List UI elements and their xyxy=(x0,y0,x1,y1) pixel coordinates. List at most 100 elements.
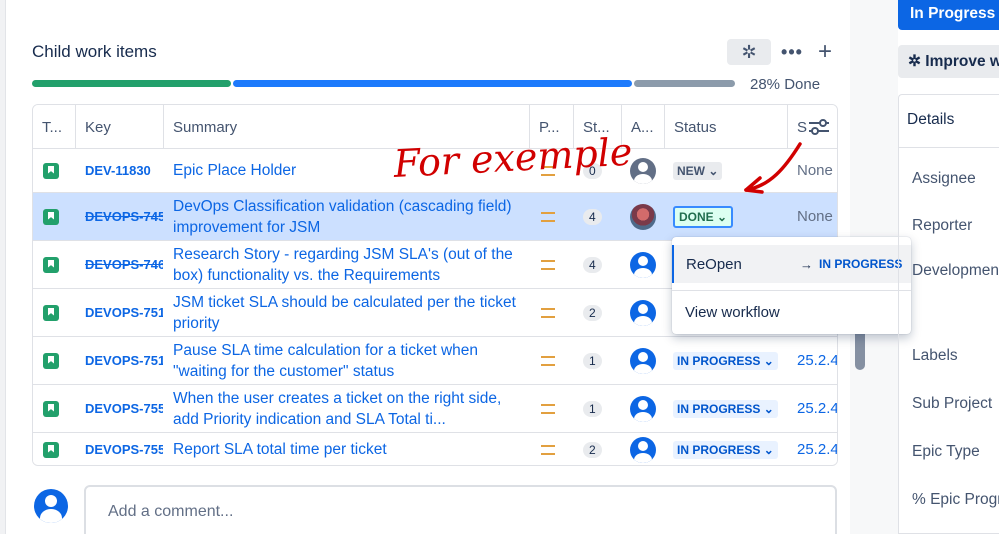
issue-summary-link[interactable]: Epic Place Holder xyxy=(173,160,296,181)
left-edge xyxy=(0,0,6,534)
field-reporter: Reporter xyxy=(912,217,973,234)
chevron-down-icon: ⌄ xyxy=(763,353,774,368)
progress-todo-segment xyxy=(634,80,735,87)
col-status[interactable]: Status xyxy=(665,105,788,149)
transition-target-status: IN PROGRESS xyxy=(819,257,903,271)
status-lozenge[interactable]: DONE ⌄ xyxy=(673,205,734,228)
column-settings-icon[interactable] xyxy=(805,115,833,139)
chevron-down-icon: ⌄ xyxy=(717,209,728,224)
story-points-badge: 2 xyxy=(583,304,602,321)
issue-summary-link[interactable]: Pause SLA time calculation for a ticket … xyxy=(173,340,523,382)
progress-done-segment xyxy=(32,80,231,87)
transition-label: ReOpen xyxy=(686,255,742,273)
priority-medium-icon xyxy=(541,444,555,455)
story-points-badge: 4 xyxy=(583,208,602,225)
story-icon xyxy=(43,208,59,225)
field-development: Developmen xyxy=(912,262,999,279)
issue-key-link[interactable]: DEVOPS-7552 xyxy=(85,401,163,416)
progress-in-progress-segment xyxy=(233,80,632,87)
story-icon xyxy=(43,441,59,458)
details-header[interactable]: Details xyxy=(907,111,954,129)
story-points-badge: 4 xyxy=(583,256,602,273)
issue-key-link[interactable]: DEVOPS-7469 xyxy=(85,257,163,272)
table-row[interactable]: DEVOPS-7452 DevOps Classification validat… xyxy=(33,193,837,241)
table-row[interactable]: DEV-11830 Epic Place Holder 0 NEW ⌄ None xyxy=(33,149,837,193)
priority-medium-icon xyxy=(541,165,555,176)
story-icon xyxy=(43,304,59,321)
status-lozenge[interactable]: IN PROGRESS ⌄ xyxy=(673,351,778,370)
avatar-icon[interactable] xyxy=(630,251,656,278)
plus-icon: + xyxy=(817,38,832,65)
avatar-icon[interactable] xyxy=(630,203,656,230)
comment-input[interactable]: Add a comment... xyxy=(84,485,837,534)
fix-version: None xyxy=(797,162,833,179)
status-lozenge[interactable]: NEW ⌄ xyxy=(673,161,723,180)
avatar-icon[interactable] xyxy=(630,436,656,463)
add-child-button[interactable]: + xyxy=(812,38,838,65)
issue-summary-link[interactable]: JSM ticket SLA should be calculated per … xyxy=(173,292,523,334)
priority-medium-icon xyxy=(541,307,555,318)
story-points-badge: 1 xyxy=(583,400,602,417)
comment-placeholder: Add a comment... xyxy=(108,503,234,520)
status-text: IN PROGRESS xyxy=(677,353,761,368)
col-assignee[interactable]: A... xyxy=(622,105,665,149)
chevron-down-icon: ⌄ xyxy=(763,442,774,457)
issue-summary-link[interactable]: DevOps Classification validation (cascad… xyxy=(173,196,523,238)
avatar-icon[interactable] xyxy=(630,299,656,326)
view-workflow-link[interactable]: View workflow xyxy=(685,304,780,321)
priority-medium-icon xyxy=(541,403,555,414)
progress-bar xyxy=(32,80,735,87)
story-icon xyxy=(43,256,59,273)
story-points-badge: 0 xyxy=(583,162,602,179)
avatar-icon[interactable] xyxy=(630,395,656,422)
issue-key-link[interactable]: DEVOPS-7513 xyxy=(85,353,163,368)
dropdown-divider xyxy=(672,290,911,291)
improve-button[interactable]: ✲ Improve w xyxy=(898,45,999,78)
issue-key-link[interactable]: DEVOPS-7510 xyxy=(85,305,163,320)
status-text: IN PROGRESS xyxy=(677,442,761,457)
issue-key-link[interactable]: DEVOPS-7553 xyxy=(85,442,163,457)
priority-medium-icon xyxy=(541,259,555,270)
priority-medium-icon xyxy=(541,355,555,366)
fix-version: 25.2.4 xyxy=(797,441,838,458)
col-type[interactable]: T... xyxy=(33,105,76,149)
col-summary[interactable]: Summary xyxy=(164,105,530,149)
issue-summary-link[interactable]: Report SLA total time per ticket xyxy=(173,439,387,460)
col-priority[interactable]: P... xyxy=(530,105,574,149)
fix-version: 25.2.4 xyxy=(797,400,838,417)
table-header: T... Key Summary P... St... A... Status … xyxy=(33,105,837,149)
transition-reopen[interactable]: ReOpen → IN PROGRESS xyxy=(672,245,911,283)
status-button[interactable]: In Progress xyxy=(898,0,999,30)
story-icon xyxy=(43,400,59,417)
issue-summary-link[interactable]: Research Story - regarding JSM SLA's (ou… xyxy=(173,244,523,286)
more-button[interactable]: ••• xyxy=(778,39,806,65)
story-icon xyxy=(43,352,59,369)
issue-key-link[interactable]: DEV-11830 xyxy=(85,163,151,178)
details-panel: Details Assignee Reporter Developmen Lab… xyxy=(898,94,999,534)
status-text: DONE xyxy=(679,209,714,224)
table-row[interactable]: DEVOPS-7553 Report SLA total time per tic… xyxy=(33,433,838,465)
section-title: Child work items xyxy=(32,42,157,61)
chevron-down-icon: ⌄ xyxy=(708,163,719,178)
status-lozenge[interactable]: IN PROGRESS ⌄ xyxy=(673,399,778,418)
current-user-avatar[interactable] xyxy=(34,489,68,523)
col-key[interactable]: Key xyxy=(76,105,164,149)
more-icon: ••• xyxy=(781,41,803,62)
story-icon xyxy=(43,162,59,179)
table-row[interactable]: DEVOPS-7552 When the user creates a ticke… xyxy=(33,385,838,433)
field-epic-progress: % Epic Progr xyxy=(912,491,999,508)
col-story-points[interactable]: St... xyxy=(574,105,622,149)
avatar-icon[interactable] xyxy=(630,347,656,374)
story-points-badge: 2 xyxy=(583,441,602,458)
field-labels: Labels xyxy=(912,347,958,364)
avatar-icon[interactable] xyxy=(630,157,656,184)
details-divider xyxy=(899,147,999,148)
issue-summary-link[interactable]: When the user creates a ticket on the ri… xyxy=(173,388,523,430)
chevron-down-icon: ⌄ xyxy=(763,401,774,416)
table-row[interactable]: DEVOPS-7513 Pause SLA time calculation fo… xyxy=(33,337,837,385)
status-lozenge[interactable]: IN PROGRESS ⌄ xyxy=(673,440,778,459)
field-sub-project: Sub Project xyxy=(912,395,993,412)
ai-button[interactable]: ✲ xyxy=(727,39,771,65)
issue-key-link[interactable]: DEVOPS-7452 xyxy=(85,209,163,224)
field-assignee: Assignee xyxy=(912,170,976,187)
